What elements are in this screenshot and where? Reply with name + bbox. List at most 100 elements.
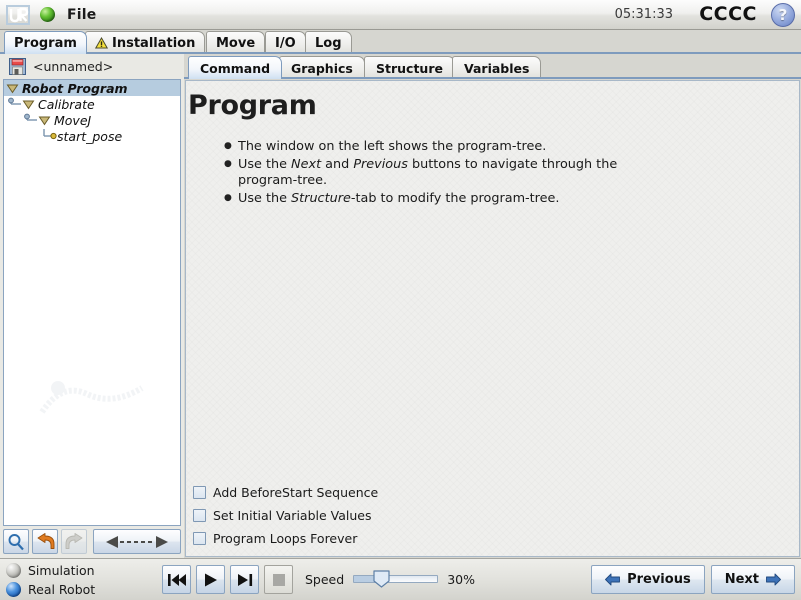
main-tab-bar: Program Installation Move I/O Log xyxy=(0,30,801,54)
arrow-right-icon xyxy=(766,573,781,586)
tree-item-movej[interactable]: MoveJ xyxy=(4,112,180,128)
status-bar: Simulation Real Robot Speed 30% Previous… xyxy=(0,558,801,600)
tree-watermark-logo xyxy=(32,372,162,420)
bullet-text: Use the xyxy=(238,190,292,206)
previous-label: Previous xyxy=(627,572,691,587)
expand-triangle-icon[interactable] xyxy=(22,99,35,110)
checkbox-initial-values[interactable] xyxy=(193,509,206,522)
stop-icon[interactable] xyxy=(264,565,293,594)
title-bar: File 05:31:33 CCCC ? xyxy=(0,0,801,30)
list-item: Use the Structure-tab to modify the prog… xyxy=(224,190,644,208)
run-mode-simulation[interactable]: Simulation xyxy=(6,561,95,580)
speed-slider[interactable] xyxy=(353,570,439,588)
bullet-text: -tab to modify the program-tree. xyxy=(350,190,560,206)
status-orb-off-icon xyxy=(6,563,21,578)
checkbox-loops-forever[interactable] xyxy=(193,532,206,545)
program-tree[interactable]: Robot Program Calibrate MoveJ start_pose xyxy=(3,79,181,526)
speed-value: 30% xyxy=(447,571,475,587)
previous-button[interactable]: Previous xyxy=(591,565,705,594)
tree-item-label: Calibrate xyxy=(38,96,95,112)
warning-triangle-icon xyxy=(95,37,108,49)
green-status-orb-icon xyxy=(40,7,55,22)
run-mode-label: Simulation xyxy=(28,563,95,578)
program-file-row: <unnamed> xyxy=(0,54,184,78)
bullet-text: and xyxy=(321,156,354,172)
checkbox-row-initial-values[interactable]: Set Initial Variable Values xyxy=(193,504,593,527)
tab-program-label: Program xyxy=(14,35,77,51)
subtab-structure[interactable]: Structure xyxy=(364,56,455,79)
next-label: Next xyxy=(724,572,759,587)
transport-controls xyxy=(162,565,293,594)
file-menu-button[interactable]: File xyxy=(67,7,96,23)
checkbox-row-loops-forever[interactable]: Program Loops Forever xyxy=(193,527,593,550)
help-question-icon[interactable]: ? xyxy=(771,3,795,27)
subtab-command-label: Command xyxy=(200,60,271,76)
bullet-emphasis: Structure xyxy=(291,190,351,206)
subtab-graphics[interactable]: Graphics xyxy=(279,56,365,79)
subtab-variables-label: Variables xyxy=(464,60,530,76)
redo-arrow-icon xyxy=(61,529,87,554)
speed-label: Speed xyxy=(305,571,345,587)
checkbox-before-start[interactable] xyxy=(193,486,206,499)
tab-program[interactable]: Program xyxy=(4,31,87,54)
search-magnifier-icon[interactable] xyxy=(3,529,29,554)
tree-node-handle-icon[interactable] xyxy=(22,112,38,128)
slider-thumb[interactable] xyxy=(373,570,390,588)
checkbox-label: Program Loops Forever xyxy=(213,531,358,546)
step-forward-icon[interactable] xyxy=(230,565,259,594)
bullet-text: The window on the left shows the program… xyxy=(238,139,547,154)
tab-installation[interactable]: Installation xyxy=(85,31,206,54)
subtab-graphics-label: Graphics xyxy=(291,60,353,76)
command-content: Program The window on the left shows the… xyxy=(185,80,800,557)
status-orb-on-icon xyxy=(6,582,21,597)
tree-toolbar xyxy=(3,528,181,555)
checkbox-label: Add BeforeStart Sequence xyxy=(213,485,379,500)
subtab-variables[interactable]: Variables xyxy=(452,56,542,79)
clock-display: 05:31:33 xyxy=(614,7,673,22)
program-file-name: <unnamed> xyxy=(33,58,114,74)
waypoint-dot-icon xyxy=(42,128,57,144)
tab-log[interactable]: Log xyxy=(305,31,352,54)
program-tree-panel: <unnamed> Robot Program Calibrate MoveJ … xyxy=(0,54,184,558)
tree-item-label: MoveJ xyxy=(54,112,92,128)
checkbox-row-before-start[interactable]: Add BeforeStart Sequence xyxy=(193,481,593,504)
page-title: Program xyxy=(188,90,317,121)
floppy-save-icon[interactable] xyxy=(9,57,26,75)
tree-item-robot-program[interactable]: Robot Program xyxy=(4,80,180,96)
tree-item-label: start_pose xyxy=(57,128,123,144)
subtab-structure-label: Structure xyxy=(376,60,443,76)
expand-triangle-icon[interactable] xyxy=(6,83,19,94)
move-left-right-icon[interactable] xyxy=(93,529,181,554)
arrow-left-icon xyxy=(605,573,621,586)
next-button[interactable]: Next xyxy=(710,565,795,594)
help-bullet-list: The window on the left shows the program… xyxy=(224,138,799,208)
tab-io[interactable]: I/O xyxy=(265,31,306,54)
navigation-buttons: Previous Next xyxy=(591,565,795,594)
sub-tab-bar: Command Graphics Structure Variables xyxy=(184,55,801,79)
list-item: Use the Next and Previous buttons to nav… xyxy=(224,156,644,190)
tree-item-start-pose[interactable]: start_pose xyxy=(4,128,180,144)
bullet-emphasis: Previous xyxy=(353,156,408,172)
run-mode-label: Real Robot xyxy=(28,582,96,597)
tree-item-calibrate[interactable]: Calibrate xyxy=(4,96,180,112)
run-mode-group: Simulation Real Robot xyxy=(6,561,95,599)
run-mode-real-robot[interactable]: Real Robot xyxy=(6,580,95,599)
rewind-to-start-icon[interactable] xyxy=(162,565,191,594)
tab-installation-label: Installation xyxy=(112,35,196,51)
bullet-text: Use the xyxy=(238,156,292,172)
subtab-command[interactable]: Command xyxy=(188,56,283,79)
play-icon[interactable] xyxy=(196,565,225,594)
tree-node-handle-icon[interactable] xyxy=(6,96,22,112)
list-item: The window on the left shows the program… xyxy=(224,138,644,156)
tab-log-label: Log xyxy=(315,35,342,51)
program-options: Add BeforeStart Sequence Set Initial Var… xyxy=(193,481,593,550)
tab-move[interactable]: Move xyxy=(206,31,266,54)
undo-arrow-icon[interactable] xyxy=(32,529,58,554)
command-panel: Command Graphics Structure Variables Pro… xyxy=(184,54,801,558)
ur-logo-icon xyxy=(4,3,32,27)
checkbox-label: Set Initial Variable Values xyxy=(213,508,372,523)
expand-triangle-icon[interactable] xyxy=(38,115,51,126)
robot-name-label: CCCC xyxy=(699,3,757,25)
tab-move-label: Move xyxy=(216,35,256,51)
tab-io-label: I/O xyxy=(275,35,296,51)
